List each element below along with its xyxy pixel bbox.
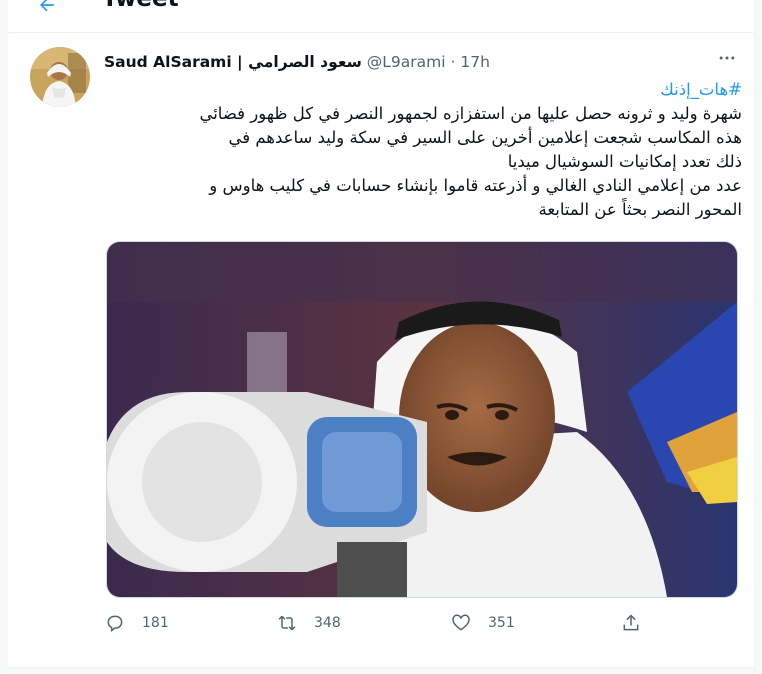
meta-separator: · — [450, 53, 456, 71]
reply-button[interactable]: 181 — [104, 605, 169, 641]
tweet-text: #هات_إذنك شهرة وليد و ثرونه حصل عليها من… — [104, 78, 742, 222]
hashtag-link[interactable]: #هات_إذنك — [660, 80, 742, 99]
right-column-edge — [754, 0, 762, 673]
page-title: Tweet — [102, 0, 179, 12]
back-arrow-icon — [37, 0, 57, 19]
like-count: 351 — [488, 615, 515, 631]
reply-count: 181 — [142, 615, 169, 631]
tweet-text-line: عدد من إعلامي النادي الغالي و أذرعته قام… — [209, 176, 742, 195]
tweet-timestamp[interactable]: 17h — [460, 53, 490, 71]
share-button[interactable] — [620, 605, 642, 641]
tweet-text-line: هذه المكاسب شجعت إعلامين أخرين على السير… — [228, 128, 742, 147]
tweet-text-line: شهرة وليد و ثرونه حصل عليها من استفزازه … — [199, 104, 742, 123]
tweet-text-line: المحور النصر بحثاً عن المتابعة — [538, 200, 743, 219]
back-button[interactable] — [30, 0, 64, 24]
retweet-count: 348 — [314, 615, 341, 631]
reply-icon — [104, 612, 126, 634]
author-display-name[interactable]: Saud AlSarami | سعود الصرامي — [104, 53, 362, 71]
like-button[interactable]: 351 — [450, 605, 515, 641]
more-dots-icon — [717, 48, 737, 72]
page-header: Tweet — [8, 0, 754, 33]
retweet-icon — [276, 612, 298, 634]
tweet-photo[interactable] — [106, 241, 738, 598]
tweet-actions: 181 348 351 — [104, 605, 644, 641]
heart-icon — [450, 612, 472, 634]
avatar[interactable] — [30, 47, 90, 107]
retweet-button[interactable]: 348 — [276, 605, 341, 641]
tweet-card: Saud AlSarami | سعود الصرامي @L9arami · … — [8, 33, 754, 668]
tweet-author-line: Saud AlSarami | سعود الصرامي @L9arami · … — [104, 53, 490, 71]
tweet-text-line: ذلك تعدد إمكانيات السوشيال ميديا — [507, 152, 742, 171]
more-options-button[interactable] — [710, 43, 744, 77]
share-icon — [620, 612, 642, 634]
author-handle[interactable]: @L9arami — [367, 53, 446, 71]
